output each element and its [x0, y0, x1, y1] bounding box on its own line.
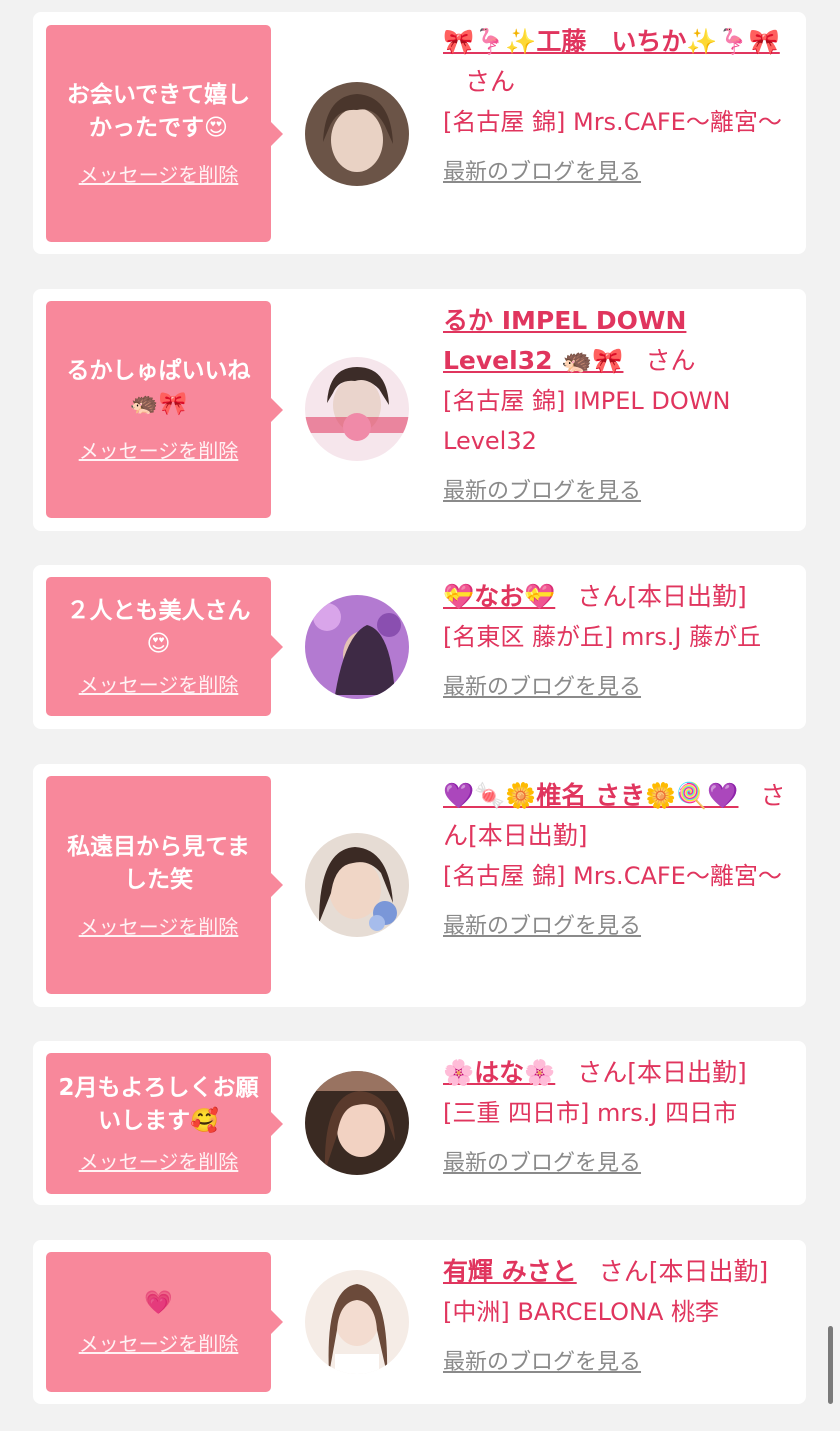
- avatar[interactable]: [305, 833, 409, 937]
- scrollbar[interactable]: [828, 1326, 833, 1404]
- message-text: 💗: [144, 1290, 173, 1316]
- status-label: [本日出勤]: [648, 1257, 769, 1286]
- delete-message-link[interactable]: メッセージを削除: [79, 1328, 239, 1357]
- latest-blog-link[interactable]: 最新のブログを見る: [443, 908, 641, 940]
- avatar[interactable]: [305, 1071, 409, 1175]
- name-line: 💜🍬🌼椎名 さき🌼🍭💜 さん[本日出勤]: [443, 776, 795, 856]
- delete-message-link[interactable]: メッセージを削除: [79, 159, 239, 188]
- avatar[interactable]: [305, 357, 409, 461]
- message-card: 2月もよろしくお願いします🥰 メッセージを削除 🌸はな🌸 さん[本日出勤] [三重…: [33, 1041, 806, 1205]
- profile-info: 有輝 みさと さん[本日出勤] [中洲] BARCELONA 桃李 最新のブログを…: [443, 1252, 795, 1376]
- profile-info: 💝なお💝 さん[本日出勤] [名東区 藤が丘] mrs.J 藤が丘 最新のブログを…: [443, 577, 795, 701]
- message-text: お会いできて嬉しかったです😍: [66, 82, 251, 141]
- delete-message-link[interactable]: メッセージを削除: [79, 1146, 239, 1175]
- avatar[interactable]: [305, 1270, 409, 1374]
- message-bubble: ２人とも美人さん😍 メッセージを削除: [46, 577, 283, 716]
- shop-name: [名東区 藤が丘] mrs.J 藤が丘: [443, 623, 762, 651]
- latest-blog-link[interactable]: 最新のブログを見る: [443, 1145, 641, 1177]
- profile-info: 🌸はな🌸 さん[本日出勤] [三重 四日市] mrs.J 四日市 最新のブログを見…: [443, 1053, 795, 1177]
- name-line: 🎀🦩✨工藤 いちか✨🦩🎀 さん: [443, 22, 795, 102]
- profile-name-link[interactable]: 🌸はな🌸: [443, 1058, 555, 1087]
- avatar[interactable]: [305, 595, 409, 699]
- profile-name-link[interactable]: 💜🍬🌼椎名 さき🌼🍭💜: [443, 781, 738, 810]
- shop-name: [名古屋 錦] Mrs.CAFE〜離宮〜: [443, 108, 782, 136]
- profile-info: 🎀🦩✨工藤 いちか✨🦩🎀 さん [名古屋 錦] Mrs.CAFE〜離宮〜 最新のブ…: [443, 22, 795, 186]
- message-card: ２人とも美人さん😍 メッセージを削除 💝なお💝 さん[本日出勤] [名東区 藤が丘…: [33, 565, 806, 729]
- honorific: さん: [577, 1058, 628, 1087]
- status-label: [本日出勤]: [627, 582, 747, 611]
- message-card: 💗 メッセージを削除 有輝 みさと さん[本日出勤] [中洲] BARCELONA…: [33, 1240, 806, 1404]
- profile-name-link[interactable]: 🎀🦩✨工藤 いちか✨🦩🎀: [443, 27, 780, 56]
- status-label: [本日出勤]: [627, 1058, 747, 1087]
- honorific: さん: [645, 346, 696, 375]
- delete-message-link[interactable]: メッセージを削除: [79, 911, 239, 940]
- message-bubble: 💗 メッセージを削除: [46, 1252, 283, 1392]
- latest-blog-link[interactable]: 最新のブログを見る: [443, 669, 641, 701]
- delete-message-link[interactable]: メッセージを削除: [79, 435, 239, 464]
- message-card: るかしゅぱいいね🦔🎀 メッセージを削除 るか IMPEL DOWN Level3…: [33, 289, 806, 531]
- profile-info: 💜🍬🌼椎名 さき🌼🍭💜 さん[本日出勤] [名古屋 錦] Mrs.CAFE〜離宮〜…: [443, 776, 795, 940]
- message-text: 2月もよろしくお願いします🥰: [58, 1075, 259, 1134]
- message-bubble: 2月もよろしくお願いします🥰 メッセージを削除: [46, 1053, 283, 1194]
- message-text: 私遠目から見てました笑: [67, 833, 250, 893]
- honorific: さん: [465, 67, 516, 96]
- profile-name-link[interactable]: 💝なお💝: [443, 582, 555, 611]
- profile-name-link[interactable]: 有輝 みさと: [443, 1257, 577, 1286]
- latest-blog-link[interactable]: 最新のブログを見る: [443, 1344, 641, 1376]
- shop-name: [名古屋 錦] Mrs.CAFE〜離宮〜: [443, 862, 782, 890]
- honorific: さん: [598, 1257, 649, 1286]
- honorific: さん: [577, 582, 628, 611]
- profile-info: るか IMPEL DOWN Level32 🦔🎀 さん [名古屋 錦] IMPEL…: [443, 301, 795, 505]
- shop-name: [中洲] BARCELONA 桃李: [443, 1298, 720, 1326]
- name-line: 🌸はな🌸 さん[本日出勤]: [443, 1053, 795, 1093]
- message-text: ２人とも美人さん😍: [66, 598, 251, 657]
- message-text: るかしゅぱいいね🦔🎀: [66, 358, 251, 417]
- name-line: るか IMPEL DOWN Level32 🦔🎀 さん: [443, 301, 795, 381]
- shop-name: [三重 四日市] mrs.J 四日市: [443, 1099, 738, 1127]
- name-line: 💝なお💝 さん[本日出勤]: [443, 577, 795, 617]
- shop-name: [名古屋 錦] IMPEL DOWN Level32: [443, 387, 731, 455]
- message-bubble: 私遠目から見てました笑 メッセージを削除: [46, 776, 283, 994]
- status-label: [本日出勤]: [468, 821, 588, 850]
- name-line: 有輝 みさと さん[本日出勤]: [443, 1252, 795, 1292]
- delete-message-link[interactable]: メッセージを削除: [79, 669, 239, 698]
- message-card: 私遠目から見てました笑 メッセージを削除 💜🍬🌼椎名 さき🌼🍭💜 さん[本日出勤]…: [33, 764, 806, 1007]
- message-card: お会いできて嬉しかったです😍 メッセージを削除 🎀🦩✨工藤 いちか✨🦩🎀 さん […: [33, 12, 806, 254]
- message-bubble: るかしゅぱいいね🦔🎀 メッセージを削除: [46, 301, 283, 518]
- latest-blog-link[interactable]: 最新のブログを見る: [443, 154, 641, 186]
- message-bubble: お会いできて嬉しかったです😍 メッセージを削除: [46, 25, 283, 242]
- latest-blog-link[interactable]: 最新のブログを見る: [443, 473, 641, 505]
- avatar[interactable]: [305, 82, 409, 186]
